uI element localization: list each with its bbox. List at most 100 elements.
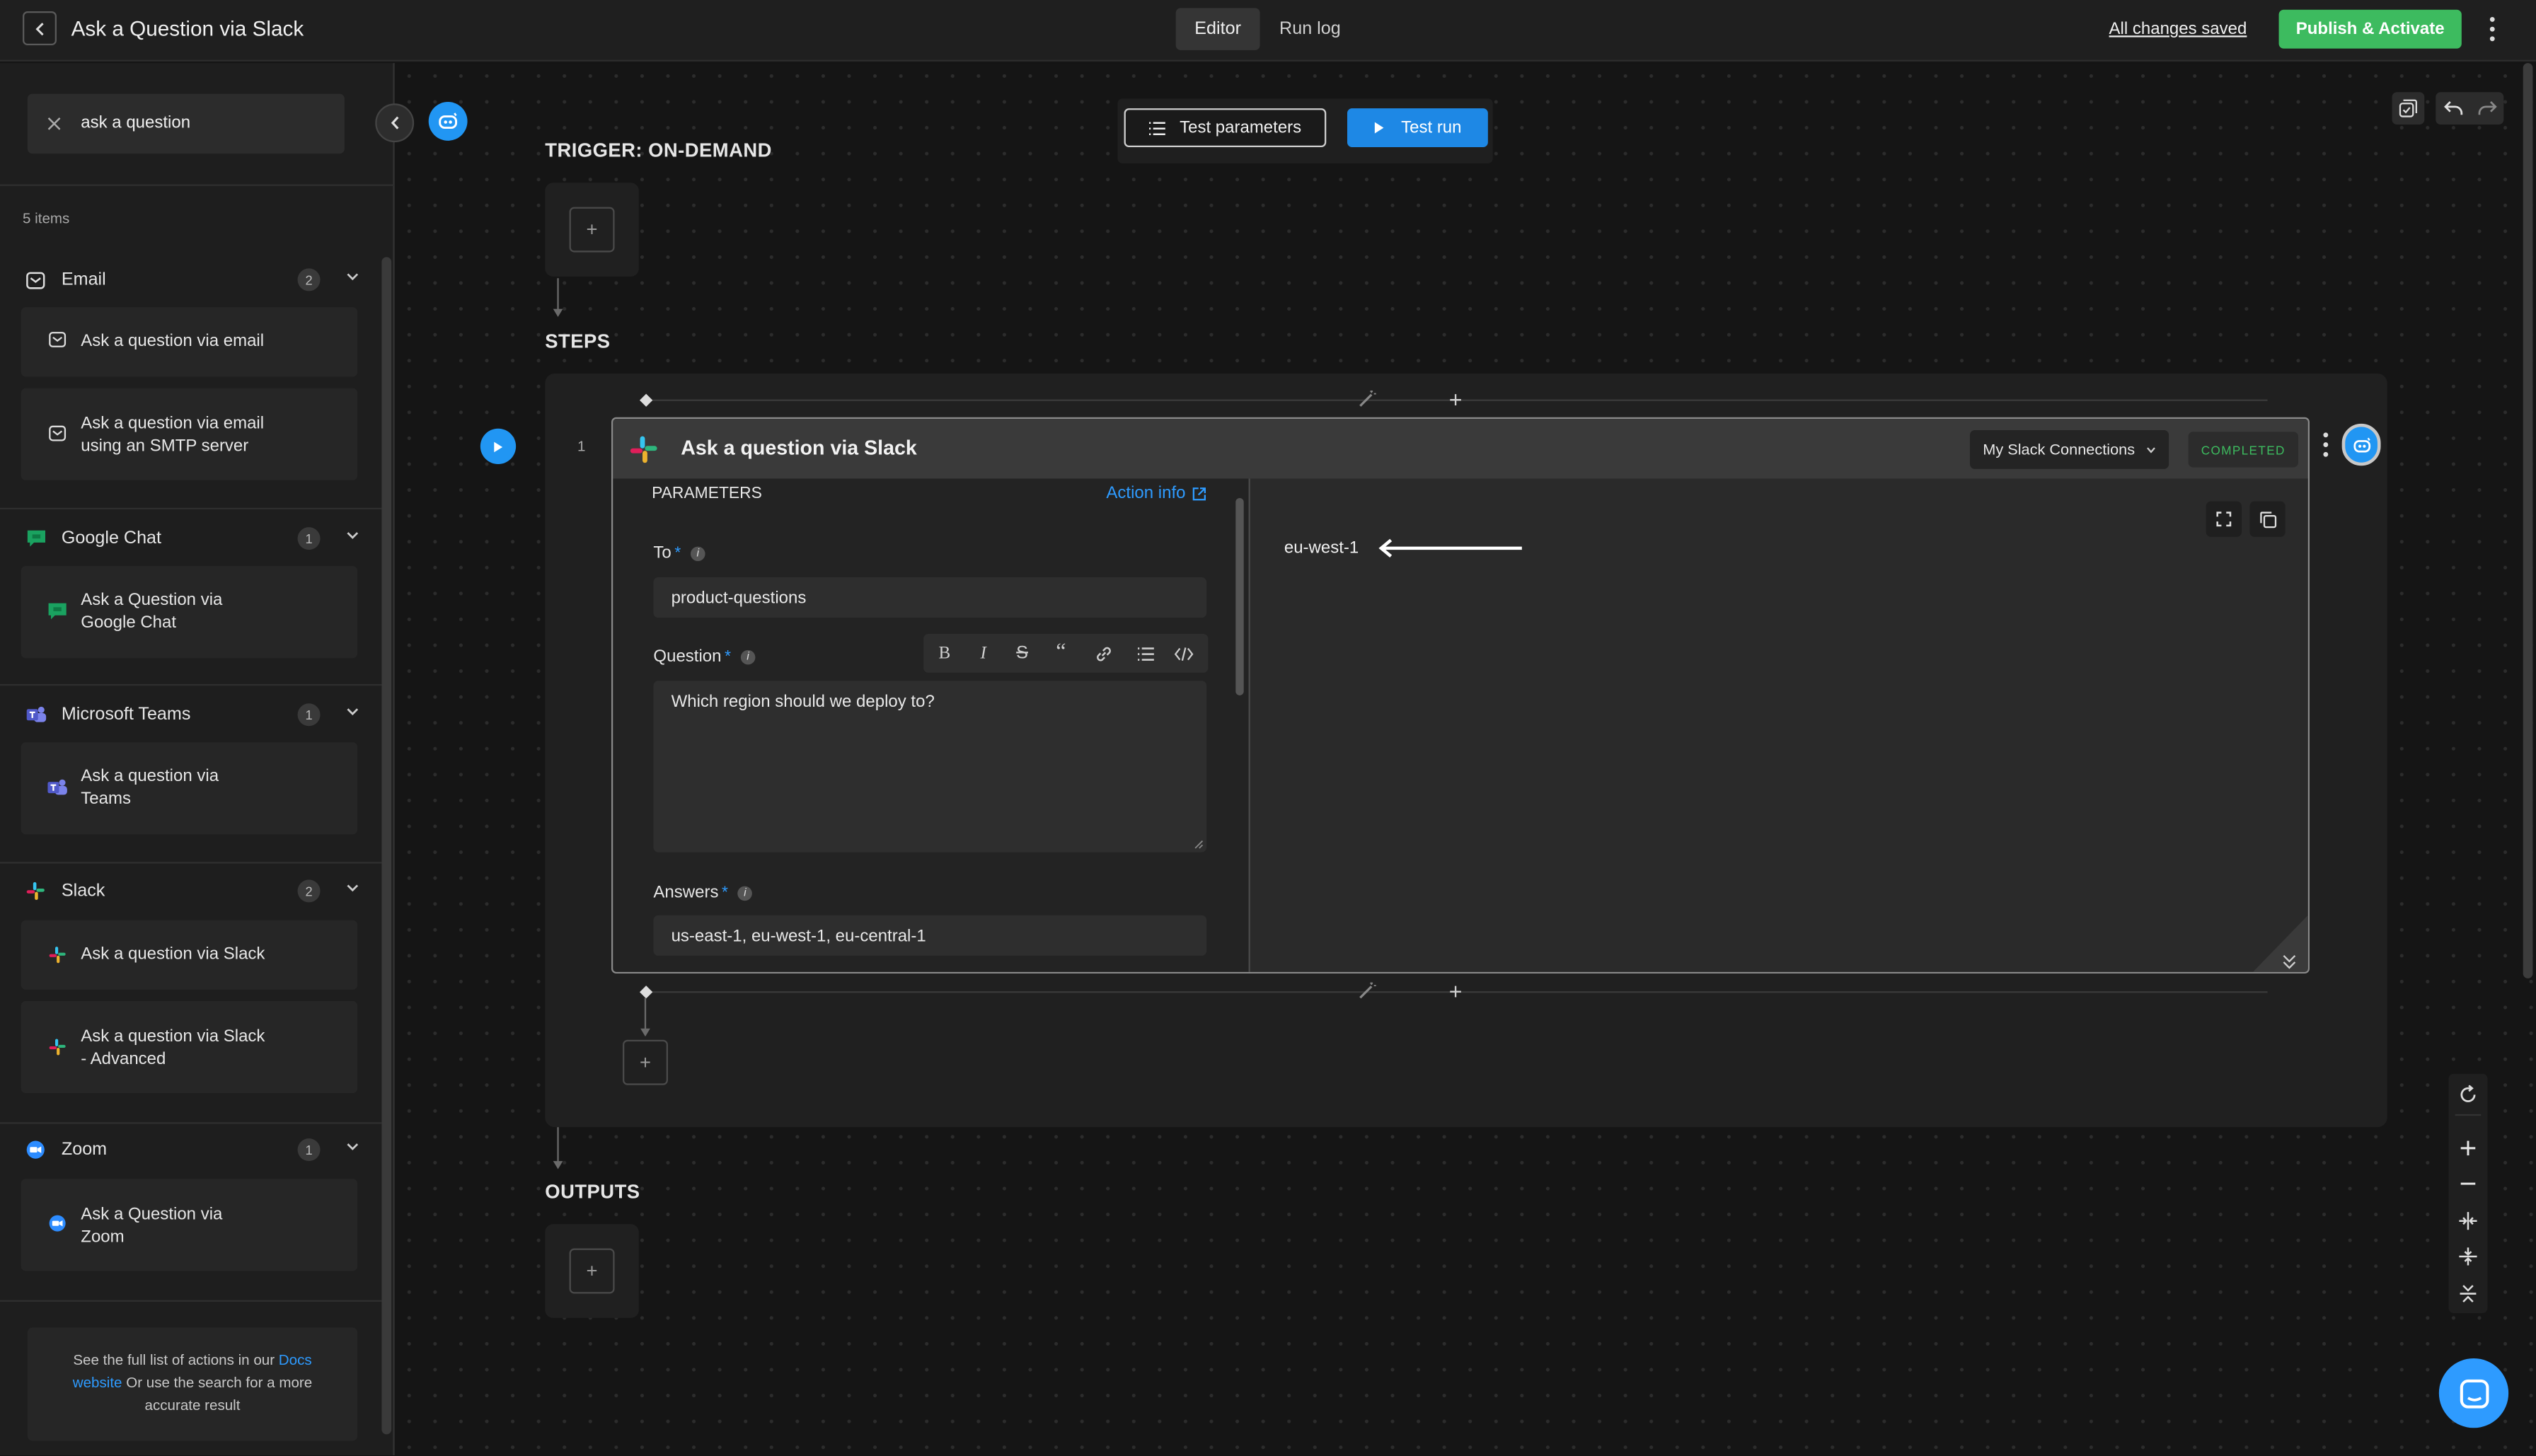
category-email[interactable]: Email 2 [26, 264, 366, 296]
italic-icon[interactable]: I [966, 635, 1001, 671]
category-microsoft-teams[interactable]: Microsoft Teams 1 [26, 698, 366, 731]
to-label-text: To [653, 543, 672, 563]
chevron-down-icon[interactable] [346, 883, 359, 893]
more-menu-icon[interactable] [2484, 15, 2501, 44]
count-badge: 1 [297, 1138, 321, 1162]
run-step-button[interactable] [480, 428, 517, 464]
results-count: 5 items [22, 210, 70, 226]
action-item[interactable]: Ask a question via Slack - Advanced [21, 1000, 358, 1094]
action-label: Ask a Question via Zoom [81, 1204, 223, 1247]
sidebar-scrollbar[interactable] [381, 257, 392, 1435]
connection-select[interactable]: My Slack Connections [1969, 429, 2169, 469]
output-panel: eu-west-1 [1248, 478, 2308, 972]
step-header[interactable]: Ask a question via Slack My Slack Connec… [613, 418, 2308, 479]
action-label: Ask a question via email using an SMTP s… [81, 414, 265, 456]
chevron-down-icon[interactable] [346, 1142, 359, 1152]
magic-wand-icon[interactable] [1357, 390, 1376, 409]
history-button[interactable] [2392, 92, 2425, 125]
tab-editor[interactable]: Editor [1175, 8, 1260, 50]
arrow-left-icon [1378, 538, 1522, 558]
link-icon[interactable] [1085, 635, 1121, 671]
canvas-scrollbar[interactable] [2523, 63, 2533, 978]
tab-run-log[interactable]: Run log [1262, 8, 1359, 50]
expand-button[interactable] [2206, 501, 2242, 537]
chevron-down-icon[interactable] [346, 272, 359, 282]
answers-label: Answers * i [653, 883, 753, 902]
question-label: Question * i [653, 647, 756, 666]
strikethrough-icon[interactable]: S [1004, 635, 1039, 671]
question-textarea[interactable]: Which region should we deploy to? [653, 681, 1207, 853]
test-run-button[interactable]: Test run [1347, 108, 1488, 147]
zoom-icon [49, 1215, 66, 1232]
add-output-button[interactable]: + [569, 1248, 615, 1294]
bullet-list-icon[interactable] [1127, 635, 1163, 671]
parameters-scrollbar[interactable] [1235, 497, 1244, 695]
action-info-link[interactable]: Action info [1106, 483, 1206, 503]
resize-handle-icon[interactable] [1194, 839, 1204, 849]
quote-icon[interactable]: “ [1043, 635, 1078, 671]
panel-resize-corner[interactable] [2252, 915, 2308, 972]
bold-icon[interactable]: B [927, 635, 962, 671]
collapse-sidebar-button[interactable] [375, 103, 415, 143]
add-step-button[interactable]: + [1444, 388, 1467, 411]
category-zoom[interactable]: Zoom 1 [26, 1133, 366, 1166]
connector-arrow [640, 998, 650, 1037]
chevron-down-icon[interactable] [346, 707, 359, 717]
reset-view-button[interactable] [2449, 1077, 2488, 1112]
slack-icon [26, 882, 45, 900]
answers-value: us-east-1, eu-west-1, eu-central-1 [671, 926, 926, 947]
info-icon[interactable]: i [690, 546, 705, 562]
copy-output-button[interactable] [2249, 501, 2286, 537]
add-step-below-button[interactable]: + [622, 1039, 668, 1085]
test-run-label: Test run [1401, 117, 1462, 138]
category-google-chat[interactable]: Google Chat 1 [26, 522, 366, 555]
fit-width-icon [2459, 1212, 2477, 1230]
category-label: Google Chat [61, 528, 162, 548]
chat-launcher-button[interactable] [2438, 1358, 2509, 1428]
action-item[interactable]: Ask a question via Teams [21, 742, 358, 835]
publish-activate-button[interactable]: Publish & Activate [2278, 9, 2462, 49]
answers-field[interactable]: us-east-1, eu-west-1, eu-central-1 [653, 915, 1207, 956]
redo-icon [2477, 101, 2496, 115]
ai-assistant-button[interactable] [428, 101, 468, 141]
zoom-in-button[interactable] [2449, 1131, 2488, 1166]
minus-icon [2460, 1182, 2476, 1185]
zoom-out-button[interactable] [2449, 1166, 2488, 1201]
step-more-menu-icon[interactable] [2319, 430, 2332, 459]
action-item[interactable]: Ask a question via Slack [21, 920, 358, 990]
action-label: Ask a question via Teams [81, 766, 219, 809]
docs-footer: See the full list of actions in our Docs… [27, 1327, 358, 1441]
step-ai-assistant-button[interactable] [2341, 423, 2381, 466]
fit-height-button[interactable] [2449, 1239, 2488, 1274]
info-icon[interactable]: i [740, 649, 756, 665]
chevron-down-icon[interactable] [346, 531, 359, 541]
category-slack[interactable]: Slack 2 [26, 875, 366, 908]
workflow-canvas[interactable]: Test parameters Test run TRIGGER: ON-DEM… [375, 63, 2536, 1456]
code-icon[interactable] [1166, 635, 1201, 671]
test-parameters-button[interactable]: Test parameters [1124, 108, 1327, 147]
back-button[interactable] [22, 11, 57, 45]
add-step-button[interactable]: + [1444, 980, 1467, 1003]
robot-icon [439, 112, 458, 129]
action-item[interactable]: Ask a Question via Google Chat [21, 565, 358, 659]
collapse-all-button[interactable] [2449, 1276, 2488, 1311]
action-item[interactable]: Ask a question via email using an SMTP s… [21, 388, 358, 480]
info-icon[interactable]: i [737, 886, 753, 901]
category-label: Zoom [61, 1140, 108, 1160]
fit-height-icon [2459, 1247, 2477, 1266]
collapse-icon [2460, 1285, 2477, 1302]
action-item[interactable]: Ask a question via email [21, 307, 358, 377]
action-item[interactable]: Ask a Question via Zoom [21, 1179, 358, 1271]
search-input[interactable]: ask a question [81, 113, 190, 132]
add-trigger-button[interactable]: + [569, 207, 615, 253]
play-icon [1375, 122, 1385, 134]
redo-button[interactable] [2473, 96, 2501, 122]
clear-search-icon[interactable] [47, 117, 62, 132]
search-box[interactable]: ask a question [27, 93, 345, 154]
undo-button[interactable] [2439, 96, 2467, 122]
to-field[interactable]: product-questions [653, 577, 1207, 618]
save-status-link[interactable]: All changes saved [2109, 19, 2247, 38]
email-icon [26, 271, 45, 289]
magic-wand-icon[interactable] [1357, 981, 1376, 1000]
fit-width-button[interactable] [2449, 1203, 2488, 1239]
